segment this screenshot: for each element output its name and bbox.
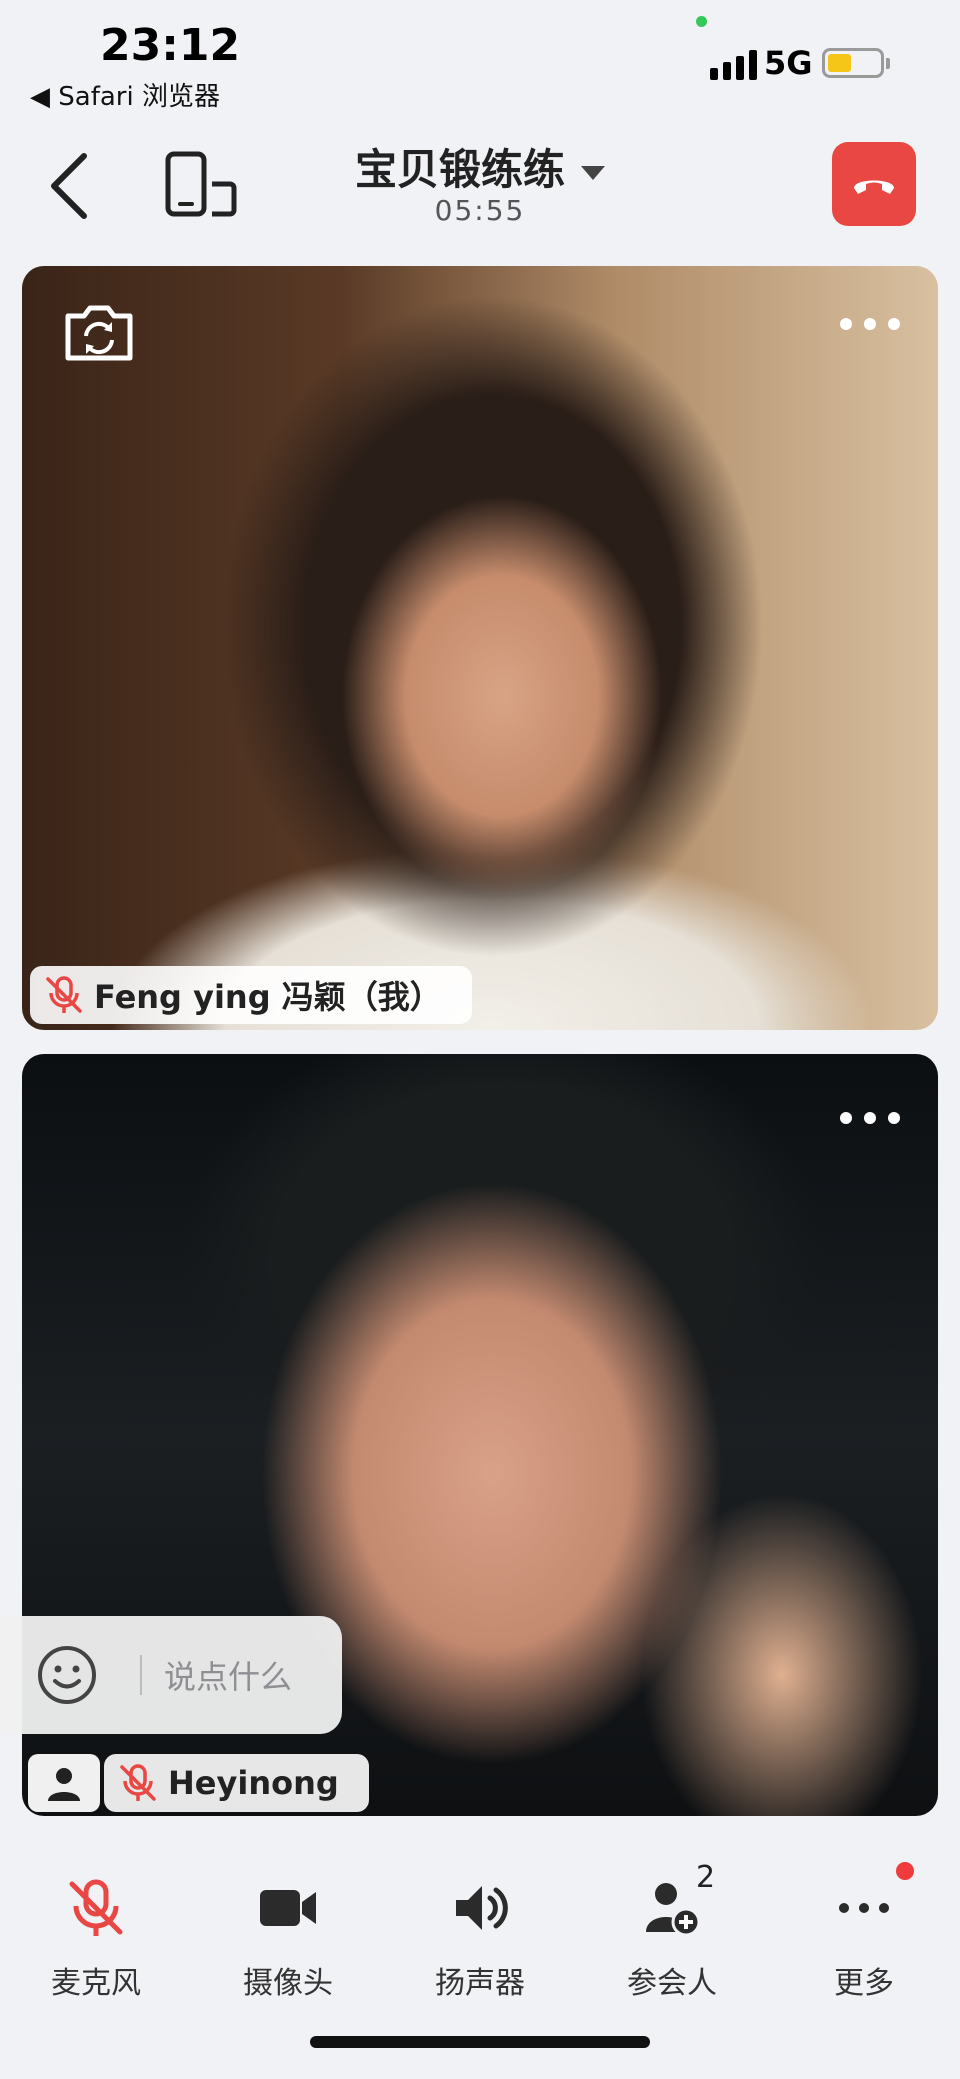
- mic-muted-icon: [46, 976, 82, 1013]
- participants-button[interactable]: 2 参会人: [576, 1836, 768, 2036]
- status-time: 23:12: [100, 20, 241, 71]
- meeting-timer: 05:55: [434, 194, 526, 227]
- avatar: [28, 1754, 100, 1812]
- flip-camera-button[interactable]: [62, 302, 136, 364]
- caret-down-icon: [581, 165, 605, 180]
- meeting-title-dropdown[interactable]: 宝贝锻练练: [0, 136, 960, 197]
- mic-muted-icon: [69, 1879, 123, 1936]
- meeting-header: 宝贝锻练练 05:55: [0, 130, 960, 240]
- mic-toggle-button[interactable]: 麦克风: [0, 1836, 192, 2036]
- divider: [140, 1655, 142, 1695]
- tile-more-button[interactable]: [840, 318, 900, 330]
- home-indicator: [310, 2036, 650, 2048]
- speaker-label: 扬声器: [435, 1966, 525, 2001]
- meeting-toolbar: 麦克风 摄像头 扬声器 2 参会人 更多: [0, 1836, 960, 2036]
- participant-name: Feng ying 冯颖（我）: [94, 978, 442, 1016]
- speaker-toggle-button[interactable]: 扬声器: [384, 1836, 576, 2036]
- cellular-signal-icon: [710, 48, 757, 80]
- emoji-icon[interactable]: [36, 1644, 98, 1706]
- camera-in-use-indicator: [696, 16, 707, 27]
- person-icon: [48, 1768, 80, 1801]
- participant-name: Heyinong: [168, 1764, 339, 1802]
- more-dots-icon: [839, 1903, 889, 1913]
- more-label: 更多: [834, 1966, 894, 2001]
- comment-placeholder: 说点什么: [164, 1658, 293, 1696]
- notification-dot: [896, 1862, 914, 1880]
- meeting-title: 宝贝锻练练: [354, 145, 565, 194]
- battery-cap: [886, 58, 890, 69]
- camera-label: 摄像头: [243, 1966, 333, 2001]
- camera-toggle-button[interactable]: 摄像头: [192, 1836, 384, 2036]
- tile-more-button[interactable]: [840, 1112, 900, 1124]
- video-camera-icon: [260, 1890, 316, 1926]
- participant-name-tag: Heyinong: [104, 1754, 369, 1812]
- comment-input[interactable]: 说点什么: [0, 1616, 342, 1734]
- network-type: 5G: [764, 44, 813, 82]
- back-to-safari-link[interactable]: ◀ Safari 浏览器: [30, 76, 220, 113]
- video-tile-self[interactable]: Feng ying 冯颖（我）: [22, 266, 938, 1030]
- add-participant-icon: [646, 1883, 701, 1937]
- battery-icon: [822, 48, 884, 78]
- participants-label: 参会人: [627, 1966, 717, 2001]
- phone-hangup-icon: [854, 180, 894, 194]
- flip-camera-icon: [65, 305, 133, 361]
- speaker-icon: [456, 1886, 508, 1930]
- status-bar: 23:12 ◀ Safari 浏览器 5G: [0, 0, 960, 120]
- participants-count: 2: [696, 1860, 716, 1895]
- mic-muted-icon: [120, 1764, 156, 1801]
- more-button[interactable]: 更多: [768, 1836, 960, 2036]
- hang-up-button[interactable]: [832, 142, 916, 226]
- participant-name-tag: Feng ying 冯颖（我）: [30, 966, 472, 1024]
- mic-label: 麦克风: [51, 1966, 141, 2001]
